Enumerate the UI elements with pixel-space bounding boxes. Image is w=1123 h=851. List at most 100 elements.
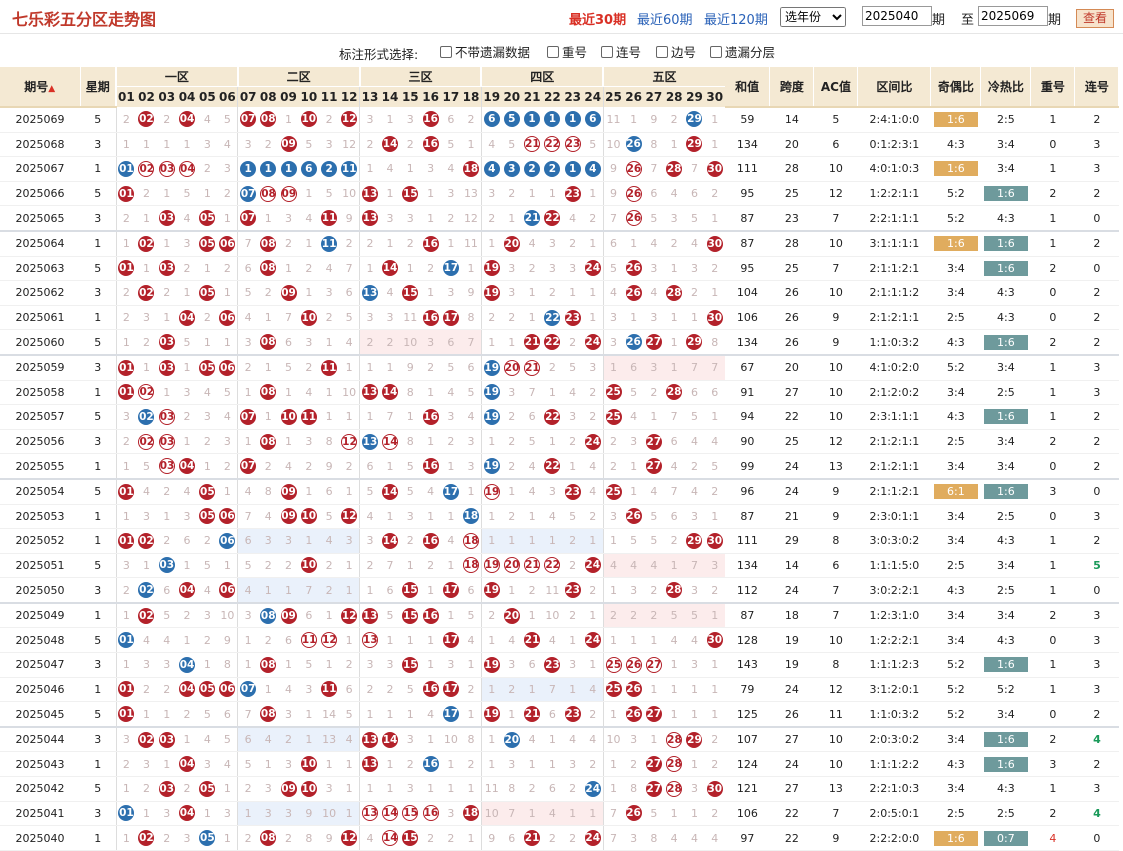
period-to-input[interactable] — [978, 6, 1048, 26]
number-cell: 11 — [298, 627, 319, 654]
zone-ratio-cell: 3:0:2:2:1 — [857, 577, 931, 604]
checkbox[interactable] — [547, 45, 559, 58]
number-cell: 5 — [237, 751, 259, 778]
number-cell: 8 — [400, 380, 421, 406]
checkbox[interactable] — [710, 45, 722, 58]
zone-ratio-value: 3:1:1:1:1 — [869, 237, 920, 251]
option-repeat[interactable]: 重号 — [547, 42, 587, 61]
weekday-cell: 3 — [80, 205, 116, 232]
missing-count: 4 — [589, 733, 597, 747]
nav-recent-30[interactable]: 最近30期 — [569, 9, 626, 28]
missing-count: 3 — [630, 831, 638, 845]
repeat-value: 4 — [1049, 831, 1057, 845]
option-edge[interactable]: 边号 — [656, 42, 696, 61]
number-cell: 4 — [521, 725, 543, 753]
span-value: 29 — [784, 534, 799, 548]
period-from-input[interactable] — [862, 6, 932, 26]
ac-value: 10 — [828, 237, 843, 251]
missing-count: 3 — [203, 757, 211, 771]
drawn-ball: 05 — [199, 235, 216, 252]
missing-count: 1 — [345, 485, 353, 499]
ac-cell: 11 — [813, 701, 858, 728]
missing-count: 3 — [325, 137, 333, 151]
nav-recent-120[interactable]: 最近120期 — [704, 9, 768, 28]
option-consecutive[interactable]: 连号 — [601, 42, 641, 61]
number-cell: 1 — [115, 776, 137, 802]
number-cell: 2 — [420, 256, 441, 282]
number-cell: 5 — [217, 380, 238, 406]
missing-count: 1 — [630, 112, 638, 126]
number-cell: 1 — [420, 380, 441, 406]
number-cell: 2 — [278, 229, 299, 257]
view-button[interactable]: 查看 — [1076, 9, 1114, 28]
option-missing-layer[interactable]: 遗漏分层 — [710, 42, 775, 61]
missing-count: 2 — [650, 609, 658, 623]
drawn-ball: 06 — [219, 582, 236, 599]
number-cell: 1 — [542, 380, 563, 406]
checkbox[interactable] — [440, 45, 452, 58]
drawn-ball: 27 — [645, 780, 662, 797]
missing-count: 6 — [345, 682, 353, 696]
missing-count: 12 — [463, 211, 478, 225]
missing-count: 4 — [264, 733, 272, 747]
number-cell: 4 — [684, 627, 705, 654]
missing-count: 3 — [325, 286, 333, 300]
number-cell: 06 — [217, 577, 238, 604]
drawn-ball: 22 — [544, 458, 561, 475]
ac-cell: 7 — [813, 577, 858, 604]
missing-count: 5 — [406, 485, 414, 499]
consecutive-value: 2 — [1093, 286, 1101, 300]
missing-count: 4 — [345, 733, 353, 747]
nav-recent-60[interactable]: 最近60期 — [637, 9, 693, 28]
sort-icon[interactable]: ▲︎ — [48, 84, 55, 94]
drawn-ball: 08 — [260, 706, 277, 723]
drawn-ball: 23 — [564, 483, 581, 500]
number-cell: 06 — [217, 528, 238, 554]
sum-value: 128 — [736, 633, 758, 647]
option-no-missing[interactable]: 不带遗漏数据 — [440, 42, 530, 61]
missing-count: 1 — [366, 261, 374, 275]
missing-count: 2 — [711, 806, 719, 820]
ac-value: 7 — [832, 211, 840, 225]
number-cell: 4 — [643, 280, 665, 306]
consecutive-cell: 3 — [1074, 353, 1119, 381]
drawn-ball: 02 — [138, 160, 155, 177]
period-cell: 2025063 — [0, 256, 80, 282]
weekday-cell: 3 — [80, 725, 116, 753]
missing-count: 6 — [223, 707, 231, 721]
year-select[interactable]: 选年份 — [780, 7, 846, 27]
missing-count: 3 — [244, 335, 252, 349]
missing-count: 1 — [163, 237, 171, 251]
checkbox[interactable] — [601, 45, 613, 58]
checkbox[interactable] — [656, 45, 668, 58]
number-cell: 4 — [440, 156, 462, 182]
number-cell: 01 — [115, 801, 137, 827]
missing-count: 1 — [690, 707, 698, 721]
missing-count: 5 — [244, 286, 252, 300]
number-cell: 1 — [704, 504, 725, 530]
zone-ratio-value: 2:1:2:0:2 — [869, 385, 920, 399]
number-cell: 15 — [400, 181, 421, 207]
number-cell: 2 — [197, 528, 218, 554]
number-cell: 05 — [197, 205, 218, 232]
number-cell: 21 — [521, 353, 543, 381]
missing-count: 1 — [670, 137, 678, 151]
number-cell: 5 — [176, 329, 198, 356]
missing-count: 4 — [670, 459, 678, 473]
number-cell: 1 — [197, 453, 218, 480]
missing-count: 3 — [630, 583, 638, 597]
number-cell: 9 — [217, 627, 238, 654]
sum-cell: 124 — [724, 751, 770, 778]
consecutive-value: 3 — [1093, 137, 1101, 151]
missing-count: 2 — [508, 187, 516, 201]
missing-count: 1 — [366, 583, 374, 597]
missing-count: 6 — [690, 187, 698, 201]
repeat-value: 2 — [1049, 187, 1057, 201]
col-header-period[interactable]: 期号▲︎ — [0, 67, 81, 108]
number-cell: 2 — [318, 156, 340, 182]
missing-count: 4 — [670, 187, 678, 201]
missing-count: 2 — [366, 237, 374, 251]
missing-count: 1 — [244, 806, 252, 820]
number-cell: 1 — [480, 725, 502, 753]
drawn-ball: 28 — [666, 582, 683, 599]
